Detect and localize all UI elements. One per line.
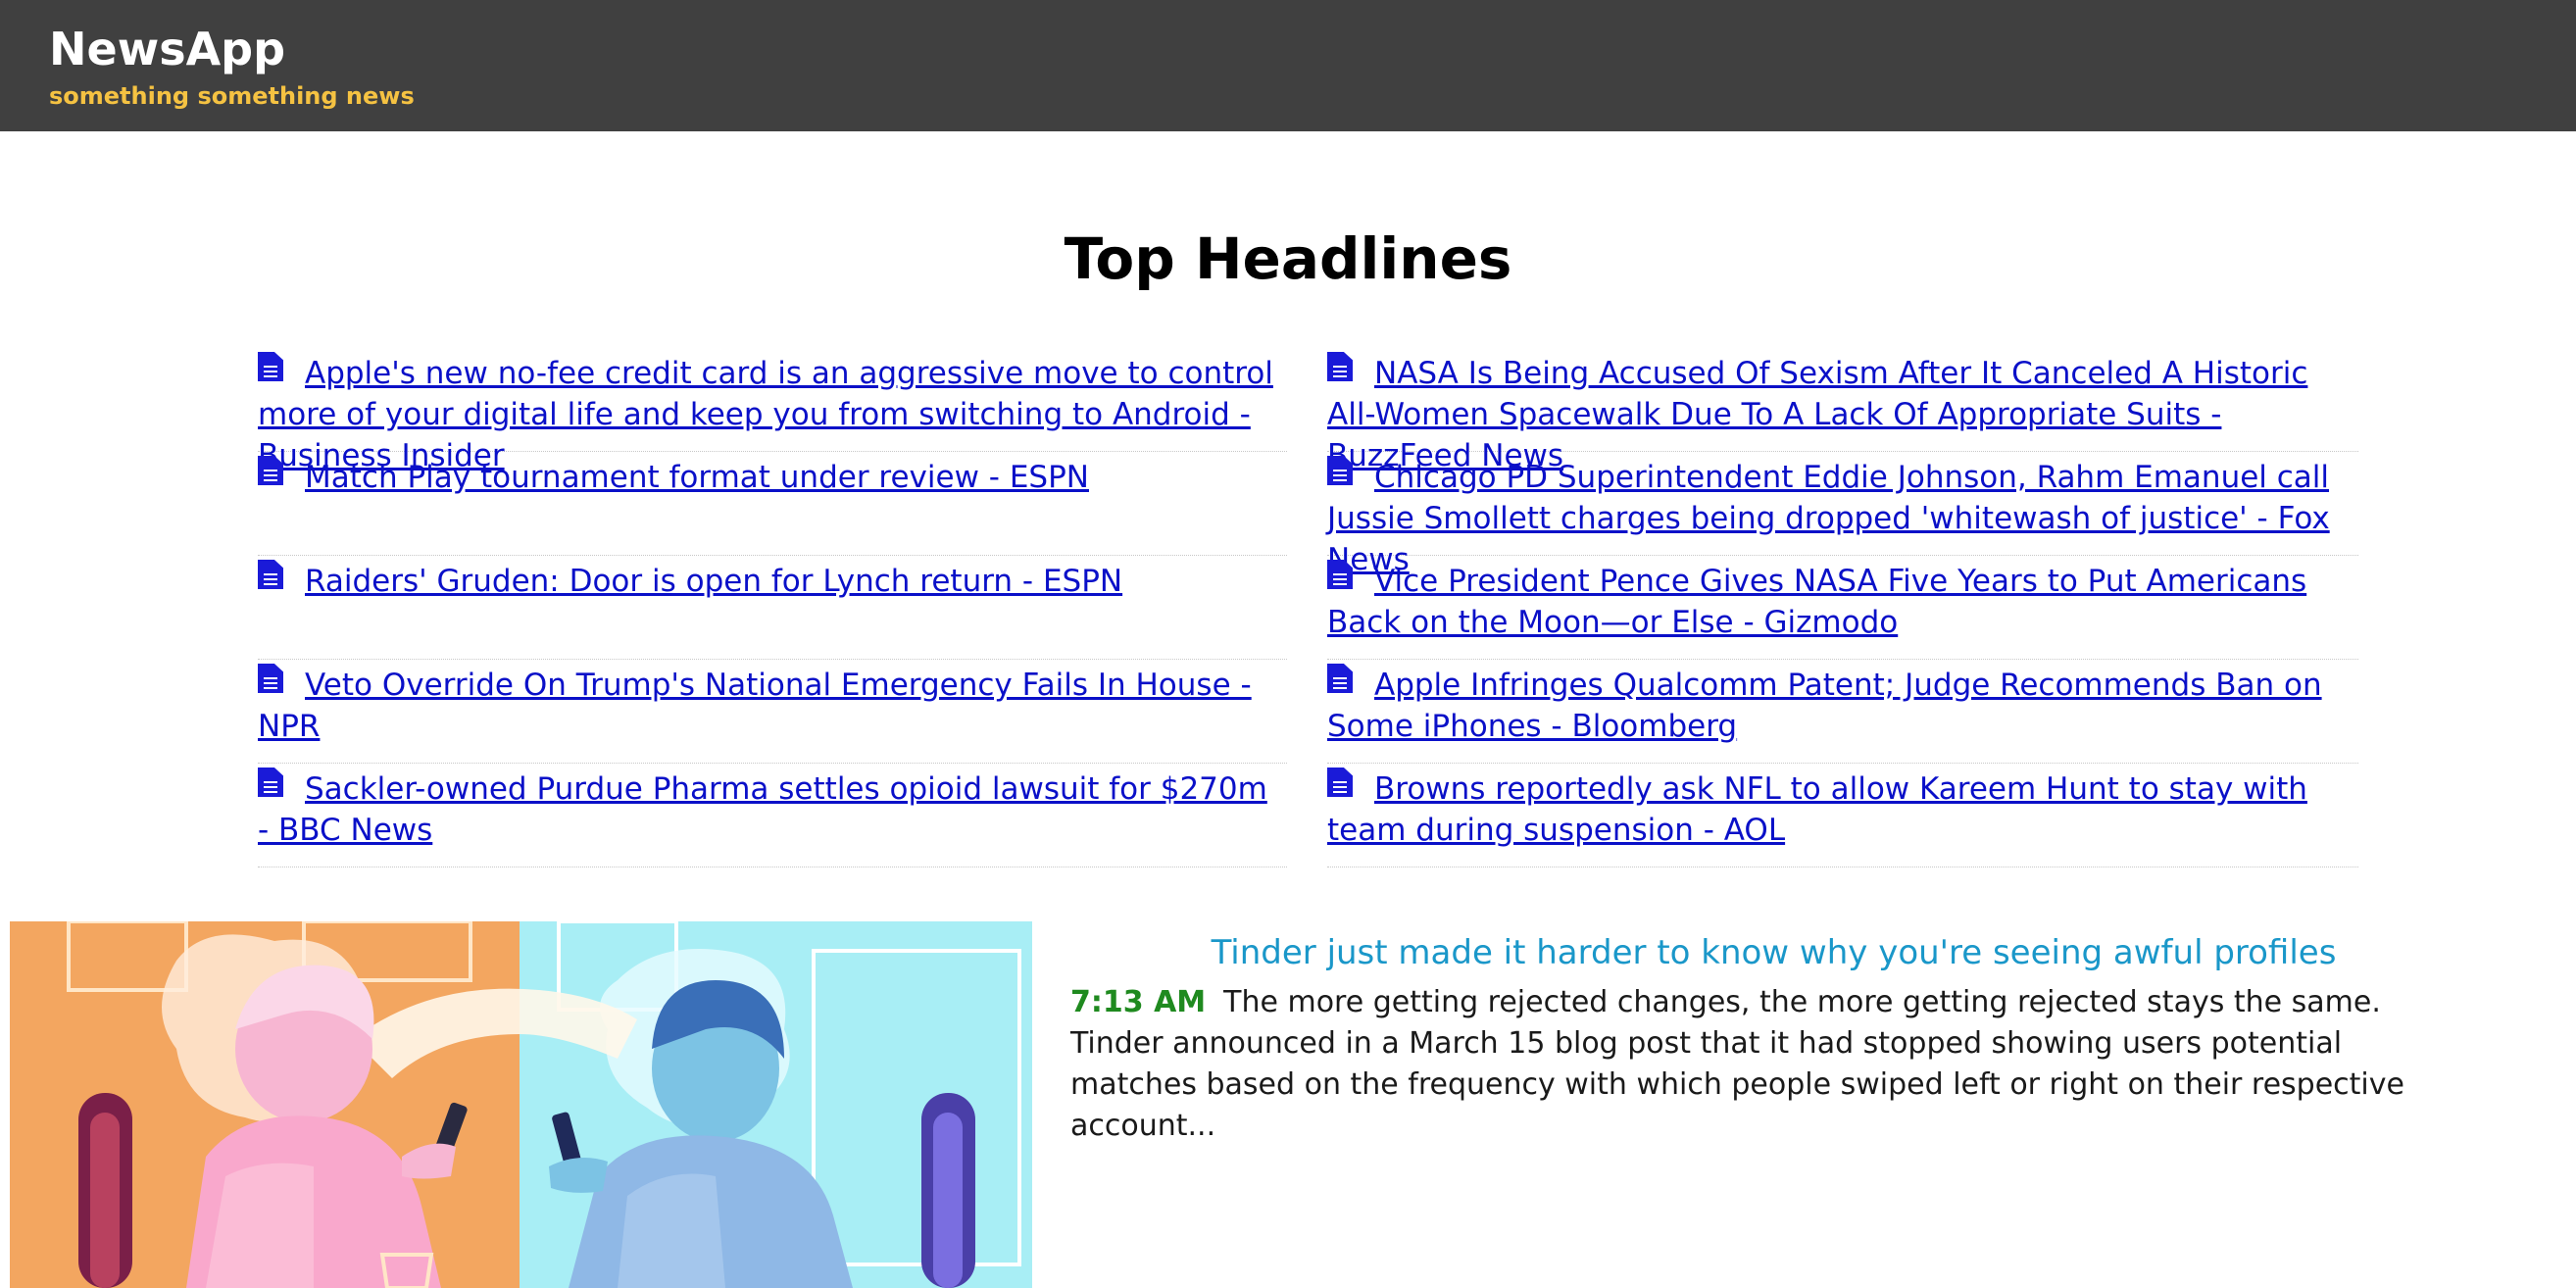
headline-item: Vice President Pence Gives NASA Five Yea…: [1327, 556, 2358, 660]
headline-item: Apple Infringes Qualcomm Patent; Judge R…: [1327, 660, 2358, 764]
article-summary-text: The more getting rejected changes, the m…: [1070, 985, 2404, 1143]
headline-link[interactable]: Vice President Pence Gives NASA Five Yea…: [1327, 564, 2306, 640]
document-icon: [1327, 352, 1353, 381]
headline-item: Apple's new no-fee credit card is an agg…: [258, 348, 1287, 473]
headline-item: Match Play tournament format under revie…: [258, 452, 1287, 556]
feature-article-title[interactable]: Tinder just made it harder to know why y…: [1070, 929, 2477, 976]
headline-link[interactable]: Veto Override On Trump's National Emerge…: [258, 668, 1252, 744]
document-icon: [1327, 456, 1353, 485]
navbar: NewsApp something something news: [0, 0, 2576, 131]
feature-article-summary: 7:13 AM The more getting rejected changes…: [1070, 982, 2477, 1147]
headline-link[interactable]: Browns reportedly ask NFL to allow Karee…: [1327, 771, 2307, 848]
headline-link[interactable]: Raiders' Gruden: Door is open for Lynch …: [305, 564, 1122, 599]
app-brand[interactable]: NewsApp: [49, 22, 285, 76]
document-icon: [1327, 560, 1353, 589]
feature-article-image[interactable]: [10, 921, 1032, 1288]
document-icon: [258, 768, 283, 797]
headline-item: NASA Is Being Accused Of Sexism After It…: [1327, 348, 2358, 473]
document-icon: [258, 664, 283, 693]
document-icon: [1327, 664, 1353, 693]
headline-item: Veto Override On Trump's National Emerge…: [258, 660, 1287, 764]
document-icon: [258, 352, 283, 381]
document-icon: [258, 560, 283, 589]
headline-item: Sackler-owned Purdue Pharma settles opio…: [258, 764, 1287, 867]
headline-link[interactable]: Sackler-owned Purdue Pharma settles opio…: [258, 771, 1267, 848]
document-icon: [1327, 768, 1353, 797]
headline-link[interactable]: Apple Infringes Qualcomm Patent; Judge R…: [1327, 668, 2322, 744]
document-icon: [258, 456, 283, 485]
headline-item: Chicago PD Superintendent Eddie Johnson,…: [1327, 452, 2358, 577]
article-timestamp: 7:13 AM: [1070, 985, 1207, 1019]
headline-link[interactable]: Match Play tournament format under revie…: [305, 460, 1089, 495]
headlines-left-column: Apple's new no-fee credit card is an agg…: [258, 348, 1287, 867]
headline-item: Raiders' Gruden: Door is open for Lynch …: [258, 556, 1287, 660]
section-title: Top Headlines: [1064, 225, 1512, 292]
app-tagline: something something news: [49, 82, 415, 110]
headline-item: Browns reportedly ask NFL to allow Karee…: [1327, 764, 2358, 867]
headlines-right-column: NASA Is Being Accused Of Sexism After It…: [1327, 348, 2358, 867]
